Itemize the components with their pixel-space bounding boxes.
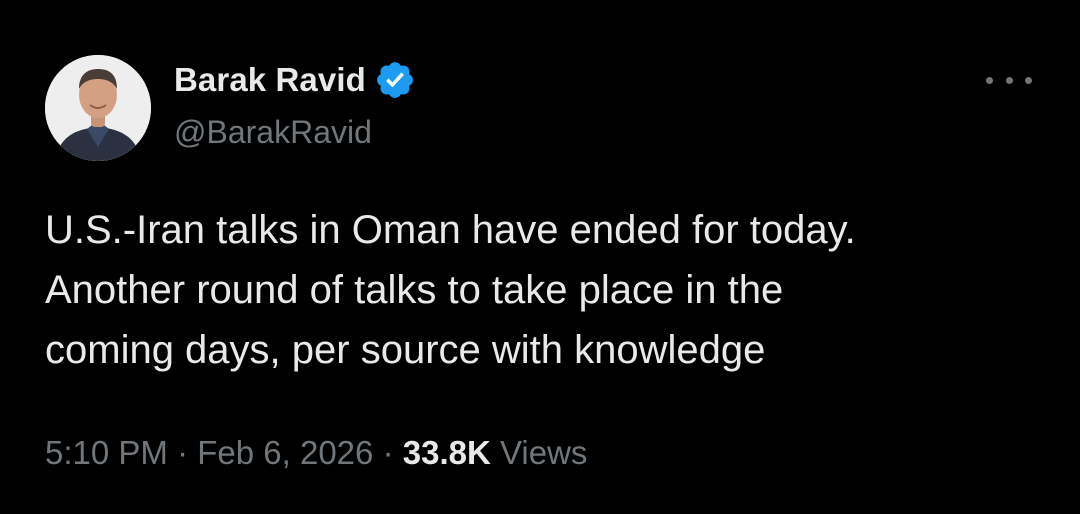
avatar-photo-icon — [45, 55, 151, 161]
display-name[interactable]: Barak Ravid — [174, 61, 366, 99]
views-count[interactable]: 33.8K — [403, 434, 491, 471]
tweet-date[interactable]: Feb 6, 2026 — [197, 434, 373, 471]
name-row: Barak Ravid — [174, 58, 416, 102]
tweet-time[interactable]: 5:10 PM — [45, 434, 168, 471]
tweet-card: Barak Ravid @BarakRavid U.S.-Iran talks … — [0, 0, 1080, 514]
more-dot — [986, 76, 993, 84]
handle[interactable]: @BarakRavid — [174, 114, 416, 151]
verified-badge-icon[interactable] — [374, 59, 416, 101]
views-label: Views — [499, 434, 588, 471]
meta-separator: · — [177, 434, 198, 471]
tweet-meta: 5:10 PM · Feb 6, 2026 · 33.8K Views — [45, 434, 587, 472]
author-block: Barak Ravid @BarakRavid — [174, 58, 416, 151]
tweet-text: U.S.-Iran talks in Oman have ended for t… — [45, 208, 856, 372]
more-horizontal-icon[interactable] — [986, 68, 1032, 92]
meta-separator: · — [382, 434, 403, 471]
avatar[interactable] — [45, 55, 151, 161]
more-dot — [1025, 76, 1032, 84]
more-dot — [1005, 76, 1013, 84]
